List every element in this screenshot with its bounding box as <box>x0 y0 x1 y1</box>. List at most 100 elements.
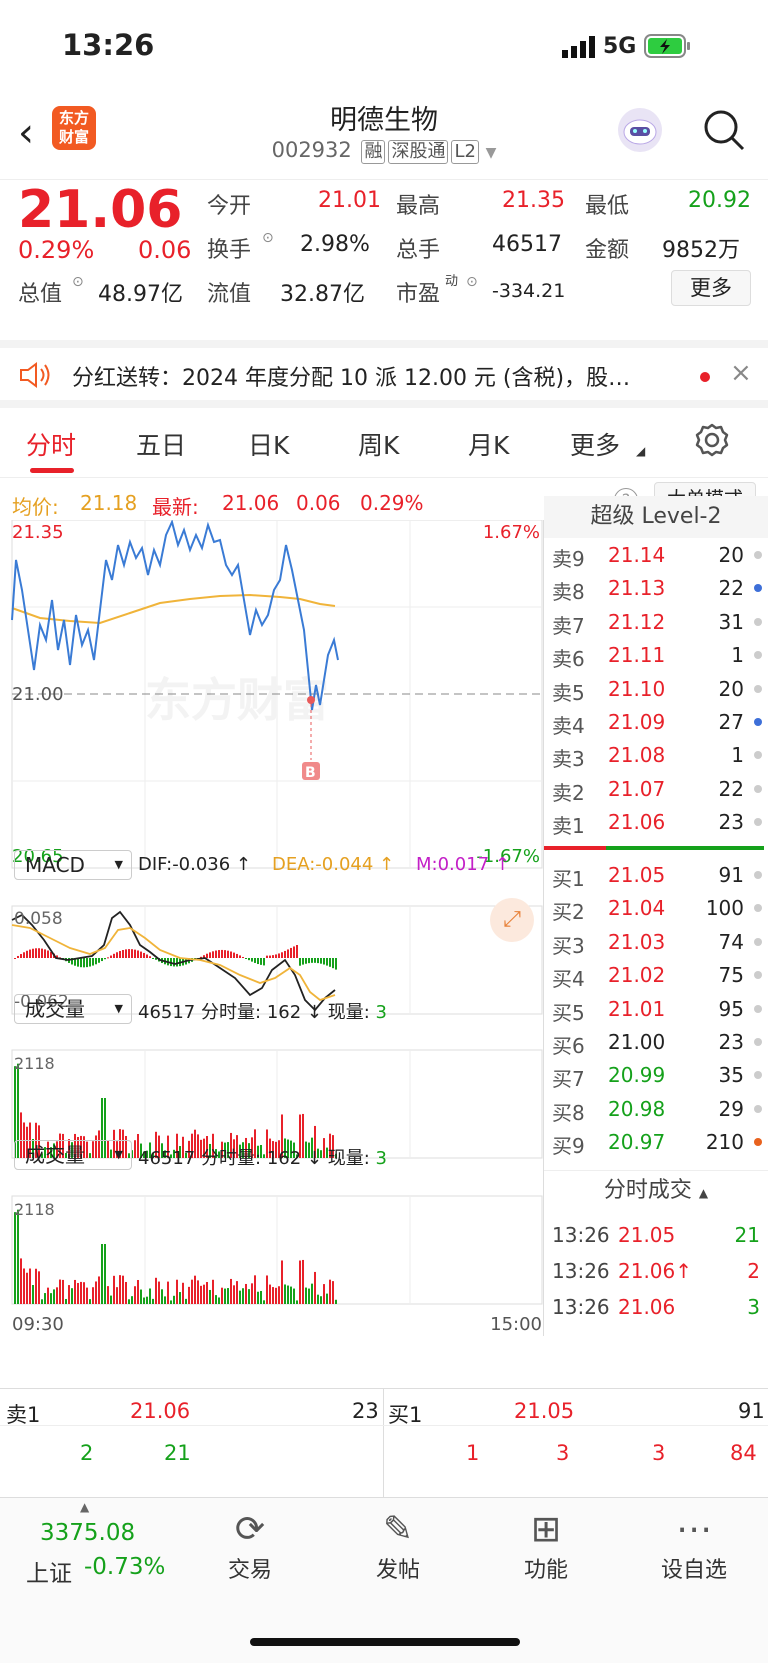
dea-value: DEA:-0.044 ↑ <box>272 854 395 875</box>
nav-post[interactable]: ✎ 发帖 <box>338 1508 458 1584</box>
info-icon[interactable]: ⊙ <box>72 274 84 290</box>
volume-bar <box>254 1275 256 1304</box>
index-value[interactable]: 3375.08 <box>40 1520 135 1546</box>
level-dot <box>754 818 762 827</box>
order-book-row[interactable]: 卖4 21.09 27 <box>552 705 766 740</box>
end-time-label: 15:00 <box>490 1314 542 1335</box>
level-dot <box>754 617 762 626</box>
macd-bar <box>248 958 250 961</box>
order-book-row[interactable]: 卖1 21.06 23 <box>552 805 766 840</box>
macd-bar <box>293 946 295 958</box>
volume-bar <box>305 1287 307 1304</box>
macd-bar <box>221 949 223 958</box>
macd-bar <box>233 952 235 958</box>
macd-bar <box>245 958 247 959</box>
level-dot <box>754 1138 762 1147</box>
avg-price-line <box>11 593 336 625</box>
order-book-row[interactable]: 卖6 21.11 1 <box>552 638 766 673</box>
order-book-row[interactable]: 买9 20.97 210 <box>552 1125 766 1160</box>
volume-bar <box>128 1299 130 1304</box>
order-book-row[interactable]: 卖8 21.13 22 <box>552 571 766 606</box>
dropdown-icon[interactable]: ▼ <box>486 145 497 161</box>
nav-add-watchlist-label: 设自选 <box>660 1558 727 1583</box>
level-label: 卖6 <box>552 647 585 672</box>
settings-gear-icon[interactable] <box>694 422 730 462</box>
level-dot <box>754 1071 762 1080</box>
macd-selector[interactable]: MACD ▼ <box>14 850 132 880</box>
volume-selector[interactable]: 成交量 ▼ <box>14 994 132 1024</box>
order-book-row[interactable]: 买3 21.03 74 <box>552 925 766 960</box>
pct-high-label: 1.67% <box>483 522 540 543</box>
order-book-row[interactable]: 卖2 21.07 22 <box>552 772 766 807</box>
level-dot <box>754 904 762 913</box>
level-price: 21.08 <box>608 743 666 768</box>
tab-five-day[interactable]: 五日 <box>136 426 186 462</box>
level-volume: 29 <box>718 1096 744 1121</box>
tab-intraday[interactable]: 分时 <box>26 426 76 462</box>
order-book-row[interactable]: 买5 21.01 95 <box>552 992 766 1027</box>
volume-bar <box>239 1290 241 1304</box>
nav-trade[interactable]: ⟳ 交易 <box>190 1508 310 1584</box>
robot-avatar-icon[interactable] <box>618 108 662 152</box>
macd-bar <box>20 954 22 958</box>
level-price: 21.04 <box>608 896 666 921</box>
nav-functions-label: 功能 <box>523 1558 568 1583</box>
tick-time: 13:26 <box>552 1259 610 1283</box>
nav-functions[interactable]: ⊞ 功能 <box>486 1508 606 1584</box>
order-book-row[interactable]: 卖3 21.08 1 <box>552 738 766 773</box>
pe-label: 市盈 <box>396 282 441 307</box>
volume-bar <box>119 1275 121 1304</box>
order-book-row[interactable]: 买1 21.05 91 <box>552 858 766 893</box>
volume-bar <box>23 1268 25 1304</box>
level-price: 21.09 <box>608 710 666 734</box>
order-book-row[interactable]: 卖9 21.14 20 <box>552 538 766 573</box>
order-book-row[interactable]: 买4 21.02 75 <box>552 958 766 993</box>
order-book-row[interactable]: 卖7 21.12 31 <box>552 605 766 640</box>
dividend-notice[interactable]: 分红送转：2024 年度分配 10 派 12.00 元 (含税)，股… × <box>0 340 768 408</box>
volume-bar <box>164 1296 166 1304</box>
volume-selector-2[interactable]: 成交量 ▼ <box>14 1140 132 1170</box>
tab-more[interactable]: 更多 <box>570 426 620 462</box>
tab-week-k[interactable]: 周K <box>358 426 399 462</box>
search-icon[interactable] <box>702 108 746 156</box>
index-expand-icon[interactable]: ▲ <box>80 1500 89 1514</box>
status-bar: 13:26 5G <box>0 0 768 96</box>
nav-add-watchlist[interactable]: ⋯ 设自选 <box>634 1508 754 1584</box>
level-label: 卖9 <box>552 547 585 571</box>
order-book-row[interactable]: 买7 20.99 35 <box>552 1058 766 1093</box>
level-price: 21.12 <box>608 609 666 634</box>
pe-sup: 动 <box>445 274 459 289</box>
trade-icon: ⟳ <box>234 1509 266 1550</box>
tick-volume: 3 <box>747 1295 760 1319</box>
chart-svg[interactable]: 东方财富 B 21.35 21.00 20.65 1.67% -1.67% 0.… <box>0 520 544 1388</box>
stock-code: 002932 <box>271 138 352 162</box>
macd-bar <box>215 950 217 958</box>
info-icon[interactable]: ⊙ <box>262 230 274 246</box>
bid-queue-item: 1 <box>466 1441 480 1465</box>
order-book-row[interactable]: 买2 21.04 100 <box>552 891 766 926</box>
tab-month-k[interactable]: 月K <box>468 426 509 462</box>
macd-bar <box>239 955 241 958</box>
more-button[interactable]: 更多 <box>671 270 751 306</box>
volume-bar <box>326 1293 328 1304</box>
macd-bar <box>119 950 121 958</box>
volume-bar <box>176 1279 178 1304</box>
volume-bar <box>56 1287 58 1304</box>
order-book-row[interactable]: 买6 21.00 23 <box>552 1025 766 1060</box>
macd-bar <box>173 958 175 967</box>
volume-bar <box>125 1281 127 1304</box>
ticks-title[interactable]: 分时成交 ▲ <box>544 1170 768 1210</box>
close-icon[interactable]: × <box>730 358 752 388</box>
volume-bar <box>308 1288 310 1304</box>
tick-row: 13:26 21.06↑ 2 <box>552 1254 766 1289</box>
order-book-row[interactable]: 卖5 21.10 20 <box>552 672 766 707</box>
expand-icon[interactable]: ⤢ <box>490 898 534 942</box>
unread-dot <box>700 372 710 382</box>
level-volume: 1 <box>731 743 744 768</box>
volume-bar <box>335 1299 337 1304</box>
order-book-row[interactable]: 买8 20.98 29 <box>552 1092 766 1127</box>
info-icon[interactable]: ⊙ <box>466 274 478 290</box>
tab-day-k[interactable]: 日K <box>248 426 289 462</box>
level-volume: 210 <box>705 1130 744 1155</box>
macd-bar <box>149 956 151 958</box>
